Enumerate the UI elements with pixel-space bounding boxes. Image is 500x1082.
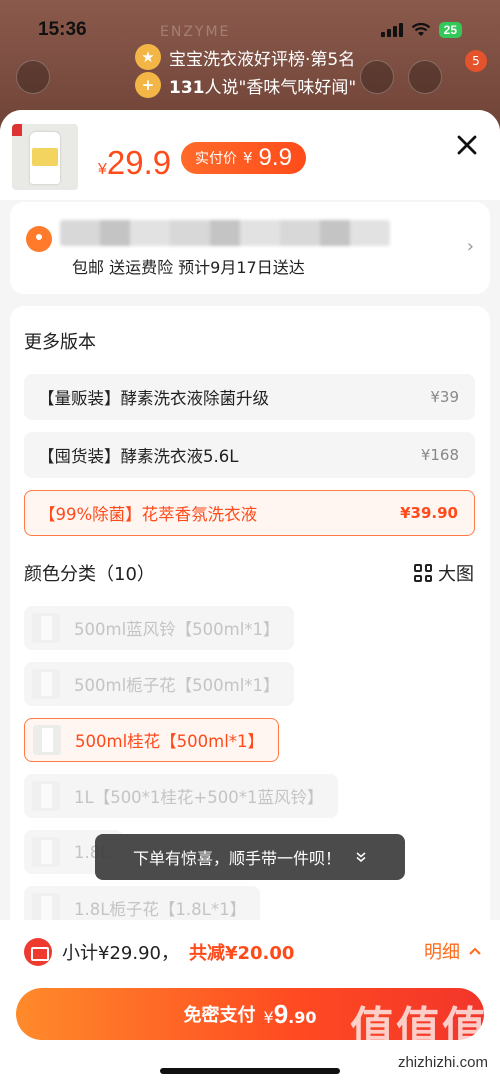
- colors-title: 颜色分类（10）: [24, 564, 155, 585]
- checkout-footer: 小计¥29.90， 共减¥20.00 明细 免密支付 ¥9.90 值值值 zhiz…: [0, 920, 500, 1082]
- close-icon[interactable]: [456, 134, 478, 156]
- bottle-thumb-icon: [32, 781, 60, 811]
- cart-badge: 5: [465, 50, 487, 72]
- color-option[interactable]: 500ml蓝风铃【500ml*1】: [24, 606, 294, 650]
- price-summary: 小计¥29.90， 共减¥20.00: [24, 938, 294, 966]
- back-button[interactable]: [16, 60, 50, 94]
- address-card[interactable]: 包邮 送运费险 预计9月17日送达 ›: [10, 202, 490, 294]
- color-option-selected[interactable]: 500ml桂花【500ml*1】: [24, 718, 280, 762]
- bottle-thumb-icon: [32, 669, 60, 699]
- chevron-right-icon: ›: [466, 236, 474, 257]
- status-icons: 25: [380, 22, 462, 38]
- bottle-label: [32, 148, 58, 166]
- address-blurred: [60, 220, 390, 246]
- version-option[interactable]: 【囤货装】酵素洗衣液5.6L ¥168: [24, 432, 475, 478]
- search-button[interactable]: [360, 60, 394, 94]
- version-option[interactable]: 【量贩装】酵素洗衣液除菌升级 ¥39: [24, 374, 475, 420]
- chevron-down-icon: [356, 852, 366, 862]
- location-icon: [26, 226, 52, 252]
- product-thumbnail[interactable]: [12, 124, 78, 190]
- big-image-toggle[interactable]: 大图: [414, 560, 474, 586]
- review-banner: + 131人说"香味气味好闻": [135, 72, 356, 98]
- grid-icon: [414, 564, 432, 582]
- discount-total: 共减¥20.00: [188, 943, 295, 964]
- bottle-thumb-icon: [33, 725, 61, 755]
- bottle-thumb-icon: [32, 613, 60, 643]
- share-button[interactable]: [408, 60, 442, 94]
- home-indicator: [160, 1068, 340, 1074]
- bottle-thumb-icon: [32, 837, 60, 867]
- wifi-icon: [411, 23, 430, 36]
- reviews-text: 人说"香味气味好闻": [204, 77, 357, 98]
- rank-text: 宝宝洗衣液好评榜·第5名: [169, 49, 356, 70]
- sheet-header: ¥29.9 实付价 ¥ 9.9: [0, 110, 500, 200]
- versions-title: 更多版本: [24, 332, 96, 353]
- battery-icon: 25: [438, 22, 462, 38]
- color-option[interactable]: 1L【500*1桂花+500*1蓝风铃】: [24, 774, 338, 818]
- version-option-selected[interactable]: 【99%除菌】花萃香氛洗衣液 ¥39.90: [24, 490, 475, 536]
- rank-banner: ★ 宝宝洗衣液好评榜·第5名: [135, 44, 355, 70]
- rank-icon: ★: [135, 44, 161, 70]
- promo-toast[interactable]: 下单有惊喜，顺手带一件呗！: [95, 834, 405, 880]
- shipping-info: 包邮 送运费险 预计9月17日送达: [72, 258, 305, 277]
- detail-button[interactable]: 明细: [424, 938, 482, 964]
- status-time: 15:36: [38, 19, 87, 40]
- reviews-count: 131: [169, 77, 205, 98]
- product-price: ¥29.9: [98, 144, 172, 181]
- coupon-icon: [24, 938, 52, 966]
- bottle-thumb-icon: [32, 893, 60, 923]
- watermark-url: zhizhizhi.com: [397, 1054, 488, 1071]
- signal-icon: [380, 23, 403, 37]
- watermark-logo: 值值值: [350, 1003, 488, 1054]
- color-option[interactable]: 500ml栀子花【500ml*1】: [24, 662, 294, 706]
- tag-icon: [12, 124, 22, 136]
- chevron-up-icon: [469, 947, 481, 955]
- subtotal: 小计¥29.90，: [62, 943, 179, 964]
- actual-price-badge: 实付价 ¥ 9.9: [181, 142, 306, 174]
- plus-icon: +: [135, 72, 161, 98]
